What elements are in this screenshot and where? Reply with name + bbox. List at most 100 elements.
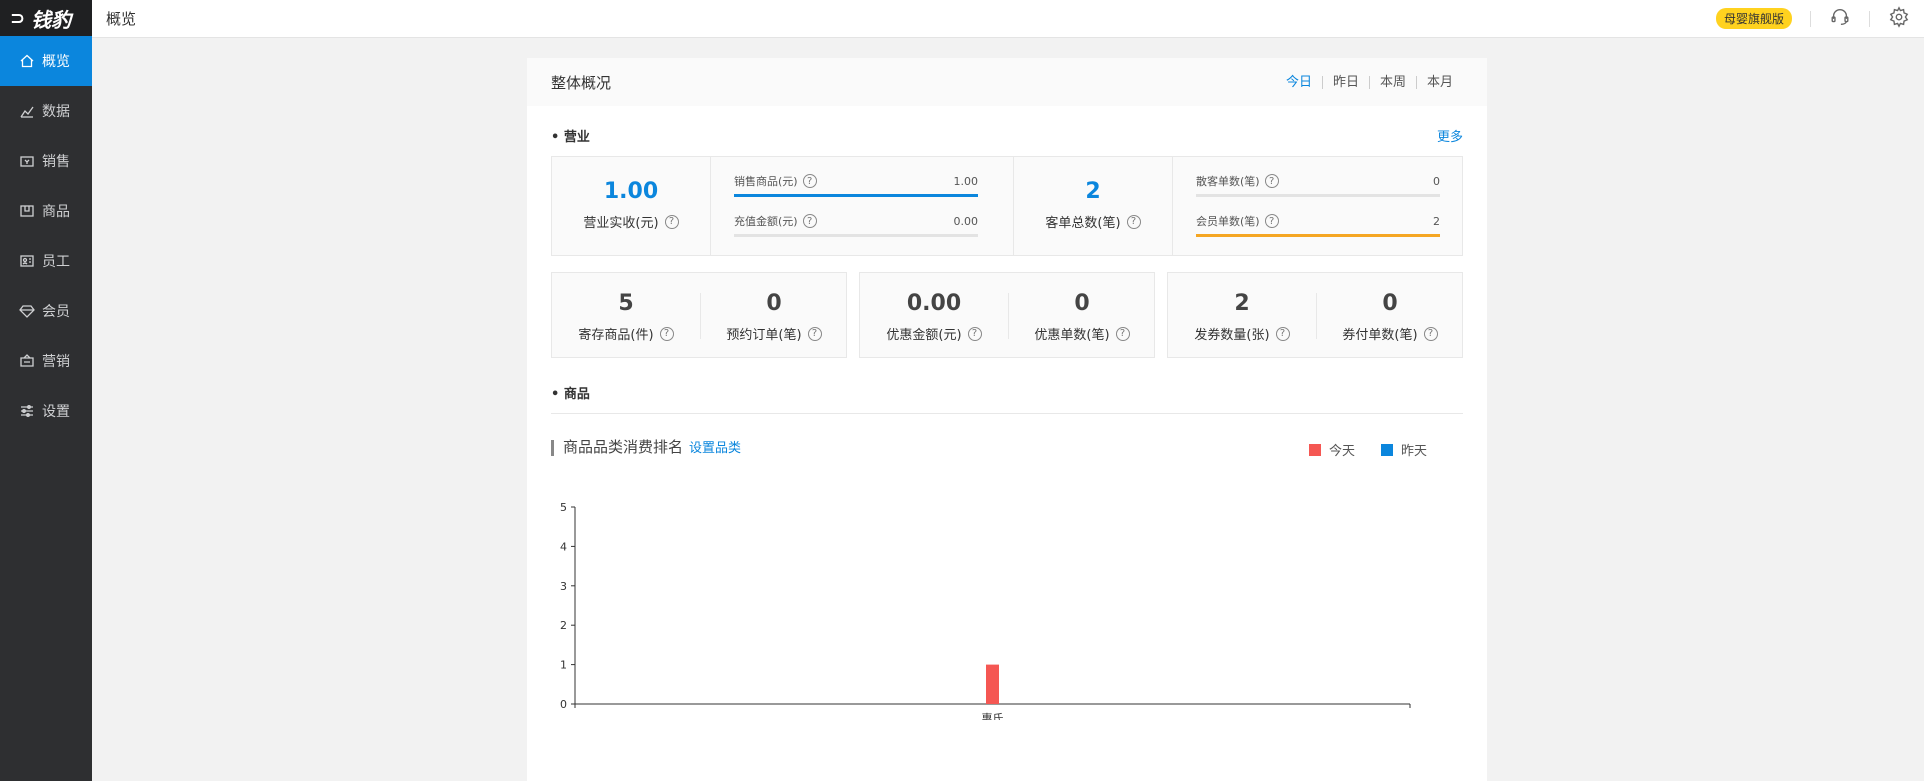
walk-in-orders-row: 散客单数(笔)? 0 xyxy=(1196,173,1440,197)
coupon-paid-orders-value: 0 xyxy=(1382,291,1398,316)
employee-icon xyxy=(18,252,36,270)
sales-goods-row: 销售商品(元)? 1.00 xyxy=(734,173,978,197)
sidebar-item-data[interactable]: 数据 xyxy=(0,86,92,136)
y-tick-label: 3 xyxy=(560,580,567,593)
legend-item-yesterday[interactable]: 昨天 xyxy=(1380,440,1427,459)
member-orders-bar xyxy=(1196,234,1440,237)
reservation-orders-value: 0 xyxy=(766,291,782,316)
help-icon[interactable]: ? xyxy=(1115,326,1130,341)
orders-card: 2 客单总数(笔)? 散客单数(笔)? 0 会员单数(笔)? 2 xyxy=(1013,156,1463,256)
discount-amount-value: 0.00 xyxy=(906,291,962,316)
coupons-issued-value: 2 xyxy=(1234,291,1250,316)
walk-in-orders-label: 散客单数(笔) xyxy=(1196,175,1260,188)
reservation-orders-label: 预约订单(笔) xyxy=(726,328,802,343)
discount-amount-label: 优惠金额(元) xyxy=(886,328,962,343)
sidebar-item-label: 商品 xyxy=(42,204,70,220)
revenue-value: 1.00 xyxy=(603,179,659,204)
help-icon[interactable]: ? xyxy=(659,326,674,341)
category-consumption-chart: 0 1 2 3 4 5 惠氏 xyxy=(560,501,1411,720)
divider xyxy=(710,157,711,255)
help-icon[interactable]: ? xyxy=(967,326,982,341)
walk-in-orders-value: 0 xyxy=(1433,174,1440,188)
orders-label: 客单总数(笔) xyxy=(1045,216,1121,231)
coupon-paid-orders-metric: 0 券付单数(笔)? xyxy=(1316,291,1464,343)
sales-goods-bar xyxy=(734,194,978,197)
y-tick-label: 0 xyxy=(560,698,567,711)
sidebar-item-label: 员工 xyxy=(42,254,70,270)
stored-goods-value: 5 xyxy=(618,291,634,316)
headset-icon[interactable] xyxy=(1829,6,1851,32)
legend-swatch xyxy=(1308,443,1321,456)
help-icon[interactable]: ? xyxy=(664,214,679,229)
product-icon xyxy=(18,202,36,220)
member-orders-row: 会员单数(笔)? 2 xyxy=(1196,213,1440,237)
edition-badge[interactable]: 母婴旗舰版 xyxy=(1715,8,1792,29)
sidebar-item-employees[interactable]: 员工 xyxy=(0,236,92,286)
discount-orders-label: 优惠单数(笔) xyxy=(1034,328,1110,343)
gear-icon[interactable] xyxy=(1888,5,1910,32)
coupon-paid-orders-label: 券付单数(笔) xyxy=(1342,328,1418,343)
product-section-label: 商品 xyxy=(563,387,590,402)
sidebar-item-settings[interactable]: 设置 xyxy=(0,386,92,436)
sidebar-nav: 概览 数据 销售 商品 员工 会员 营销 设置 xyxy=(0,36,92,436)
tab-this-month[interactable]: 本月 xyxy=(1415,75,1463,89)
more-link[interactable]: 更多 xyxy=(1437,126,1463,145)
legend-item-today[interactable]: 今天 xyxy=(1308,440,1355,459)
set-category-link[interactable]: 设置品类 xyxy=(689,441,741,456)
divider xyxy=(1869,10,1870,27)
bar-today xyxy=(986,664,999,704)
help-icon[interactable]: ? xyxy=(1423,326,1438,341)
settings-sliders-icon xyxy=(18,402,36,420)
sidebar-item-label: 销售 xyxy=(42,154,70,170)
sidebar-item-sales[interactable]: 销售 xyxy=(0,136,92,186)
sidebar-item-label: 设置 xyxy=(42,404,70,420)
panel-header: 整体概况 今日 昨日 本周 本月 xyxy=(527,58,1487,106)
legend-swatch xyxy=(1380,443,1393,456)
help-icon[interactable]: ? xyxy=(1126,214,1141,229)
coupon-card: 2 发券数量(张)? 0 券付单数(笔)? xyxy=(1167,272,1463,358)
sidebar-item-label: 会员 xyxy=(42,304,70,320)
help-icon[interactable]: ? xyxy=(1275,326,1290,341)
sales-icon xyxy=(18,152,36,170)
coupons-issued-label: 发券数量(张) xyxy=(1194,328,1270,343)
sidebar-item-members[interactable]: 会员 xyxy=(0,286,92,336)
sidebar-item-label: 概览 xyxy=(42,54,70,70)
logo-text: 钱豹 xyxy=(31,7,72,32)
product-section-title: • 商品 xyxy=(551,387,590,402)
tab-today[interactable]: 今日 xyxy=(1276,76,1322,89)
member-orders-label: 会员单数(笔) xyxy=(1196,215,1260,228)
panel-title: 整体概况 xyxy=(551,73,612,92)
help-icon[interactable]: ? xyxy=(1264,214,1279,228)
y-tick-label: 4 xyxy=(560,540,567,553)
help-icon[interactable]: ? xyxy=(802,214,817,228)
sidebar-item-overview[interactable]: 概览 xyxy=(0,36,92,86)
sidebar-item-products[interactable]: 商品 xyxy=(0,186,92,236)
discount-orders-metric: 0 优惠单数(笔)? xyxy=(1008,291,1156,343)
orders-metric: 2 客单总数(笔)? xyxy=(1014,179,1172,231)
revenue-label: 营业实收(元) xyxy=(583,216,659,231)
app-logo[interactable]: ⊃ 钱豹 xyxy=(0,0,92,36)
recharge-value: 0.00 xyxy=(953,214,979,228)
tab-yesterday[interactable]: 昨日 xyxy=(1321,75,1369,89)
discount-amount-metric: 0.00 优惠金额(元)? xyxy=(860,291,1008,343)
discount-orders-value: 0 xyxy=(1074,291,1090,316)
help-icon[interactable]: ? xyxy=(1264,174,1279,188)
data-chart-icon xyxy=(18,102,36,120)
member-orders-value: 2 xyxy=(1433,214,1440,228)
sidebar-item-label: 数据 xyxy=(42,104,70,120)
legend-label: 昨天 xyxy=(1400,444,1427,459)
sidebar-item-marketing[interactable]: 营销 xyxy=(0,336,92,386)
business-section-label: 营业 xyxy=(563,130,590,145)
tab-this-week[interactable]: 本周 xyxy=(1368,75,1416,89)
sales-goods-label: 销售商品(元) xyxy=(734,175,798,188)
business-section-title: • 营业 xyxy=(551,130,590,145)
help-icon[interactable]: ? xyxy=(807,326,822,341)
storage-card: 5 寄存商品(件)? 0 预约订单(笔)? xyxy=(551,272,847,358)
orders-value: 2 xyxy=(1085,179,1101,204)
marketing-icon xyxy=(18,352,36,370)
chart-title: 商品品类消费排名 设置品类 xyxy=(551,440,741,456)
revenue-card: 1.00 营业实收(元)? 销售商品(元)? 1.00 充值金额(元)? 0.00 xyxy=(551,156,1017,256)
y-tick-label: 5 xyxy=(560,501,567,514)
logo-mark-icon: ⊃ xyxy=(10,7,26,29)
help-icon[interactable]: ? xyxy=(802,174,817,188)
